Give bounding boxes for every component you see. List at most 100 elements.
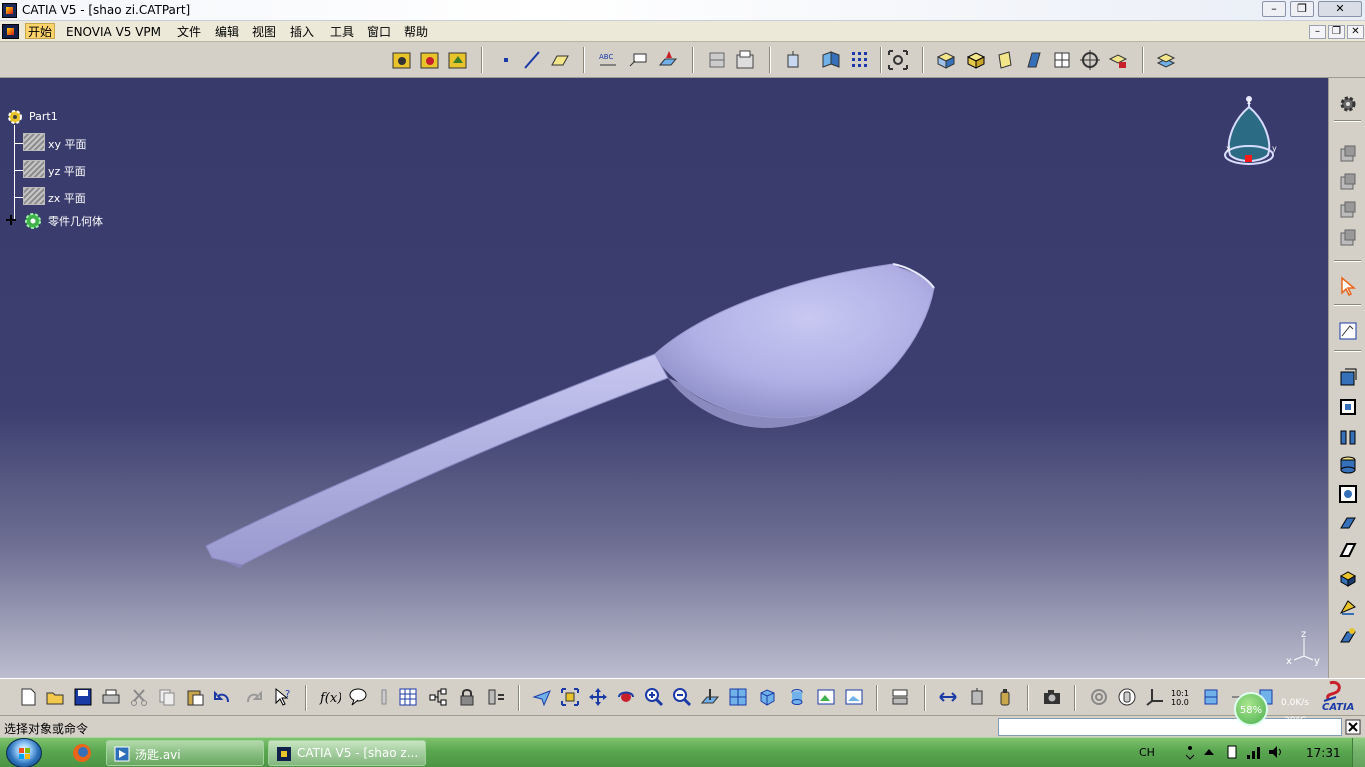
minimize-button[interactable]: – bbox=[1262, 1, 1286, 17]
plane-icon[interactable] bbox=[548, 48, 572, 72]
boolean-intersect-icon[interactable] bbox=[1336, 198, 1360, 222]
taskbar-clock[interactable]: 17:31 bbox=[1306, 746, 1341, 760]
menu-file[interactable]: 文件 bbox=[175, 24, 203, 40]
redo-icon[interactable] bbox=[241, 685, 265, 709]
close-button[interactable]: ✕ bbox=[1318, 1, 1362, 17]
hidden-edges-icon[interactable] bbox=[993, 48, 1017, 72]
show-desktop-button[interactable] bbox=[1352, 738, 1365, 767]
shaft-icon[interactable] bbox=[446, 48, 470, 72]
taskbar-item-video[interactable]: 汤匙.avi bbox=[106, 740, 264, 766]
line-icon[interactable] bbox=[520, 48, 544, 72]
mdi-close-button[interactable]: ✕ bbox=[1347, 25, 1364, 39]
spoon-3d-model[interactable] bbox=[0, 78, 1328, 678]
camera-icon[interactable] bbox=[1040, 685, 1064, 709]
scale-ratio-icon[interactable]: 10:1 10.0 bbox=[1170, 685, 1194, 709]
axis-system-icon[interactable] bbox=[1143, 685, 1167, 709]
loft-feature-icon[interactable] bbox=[1336, 566, 1360, 590]
zoom-in-icon[interactable] bbox=[642, 685, 666, 709]
manipulation-hand-icon[interactable] bbox=[1115, 685, 1139, 709]
boolean-add-icon[interactable] bbox=[1336, 142, 1360, 166]
3d-viewport[interactable]: Part1 xy 平面 yz 平面 zx 平面 零件几何体 z x y z x … bbox=[0, 78, 1328, 678]
equivalent-icon[interactable] bbox=[484, 685, 508, 709]
gear-icon[interactable] bbox=[1336, 92, 1360, 116]
print-icon[interactable] bbox=[99, 685, 123, 709]
flip-icon[interactable] bbox=[1199, 685, 1223, 709]
pocket-icon[interactable] bbox=[418, 48, 442, 72]
tray-expand-icon[interactable] bbox=[1200, 741, 1218, 763]
tree-structure-icon[interactable] bbox=[426, 685, 450, 709]
wireframe-icon[interactable] bbox=[1022, 48, 1046, 72]
open-folder-icon[interactable] bbox=[43, 685, 67, 709]
flag-note-icon[interactable] bbox=[626, 48, 650, 72]
lock-icon[interactable] bbox=[455, 685, 479, 709]
pan-icon[interactable] bbox=[586, 685, 610, 709]
groove-feature-icon[interactable] bbox=[1336, 453, 1360, 477]
parameter-icon[interactable] bbox=[372, 685, 396, 709]
grid-icon[interactable] bbox=[848, 48, 872, 72]
document-icon[interactable] bbox=[2, 24, 19, 39]
mdi-restore-button[interactable]: ❐ bbox=[1328, 25, 1345, 39]
menu-help[interactable]: 帮助 bbox=[402, 24, 430, 40]
pad-icon[interactable] bbox=[390, 48, 414, 72]
new-file-icon[interactable] bbox=[16, 685, 40, 709]
multi-view-icon[interactable] bbox=[726, 685, 750, 709]
compass-icon[interactable]: z x y bbox=[1218, 93, 1282, 178]
menu-enovia[interactable]: ENOVIA V5 VPM bbox=[64, 24, 163, 40]
sketch-analysis-icon[interactable] bbox=[705, 48, 729, 72]
annotation-plane-icon[interactable] bbox=[656, 48, 680, 72]
undo-icon[interactable] bbox=[211, 685, 235, 709]
point-icon[interactable] bbox=[494, 48, 518, 72]
swap-space-icon[interactable] bbox=[888, 685, 912, 709]
taskbar-item-catia[interactable]: CATIA V5 - [shao z... bbox=[268, 740, 426, 766]
sketcher-icon[interactable] bbox=[1336, 319, 1360, 343]
network-icon[interactable] bbox=[1244, 741, 1264, 763]
close-command-icon[interactable] bbox=[1343, 717, 1363, 737]
apply-material-icon[interactable] bbox=[993, 685, 1017, 709]
catalog-icon[interactable] bbox=[733, 48, 757, 72]
usb-device-icon[interactable] bbox=[1222, 741, 1242, 763]
select-cursor-icon[interactable] bbox=[1336, 274, 1360, 298]
maximize-button[interactable]: ❐ bbox=[1290, 1, 1314, 17]
menu-insert[interactable]: 插入 bbox=[288, 24, 316, 40]
render-view-icon[interactable] bbox=[814, 685, 838, 709]
swap-visible-icon[interactable] bbox=[1106, 48, 1130, 72]
target-icon[interactable] bbox=[1078, 48, 1102, 72]
pad-feature-icon[interactable] bbox=[1336, 365, 1360, 389]
menu-window[interactable]: 窗口 bbox=[365, 24, 393, 40]
fit-all-icon[interactable] bbox=[886, 48, 910, 72]
rotate-icon[interactable] bbox=[614, 685, 638, 709]
zoom-out-icon[interactable] bbox=[670, 685, 694, 709]
mdi-minimize-button[interactable]: – bbox=[1309, 25, 1326, 39]
whats-this-help-icon[interactable]: ? bbox=[271, 685, 295, 709]
measure-between-icon[interactable] bbox=[936, 685, 960, 709]
fly-mode-icon[interactable] bbox=[530, 685, 554, 709]
volume-icon[interactable] bbox=[1266, 741, 1286, 763]
language-indicator[interactable]: CH bbox=[1139, 746, 1155, 759]
image-view-icon[interactable] bbox=[842, 685, 866, 709]
cut-icon[interactable] bbox=[127, 685, 151, 709]
fit-all-in-icon[interactable] bbox=[558, 685, 582, 709]
menu-tools[interactable]: 工具 bbox=[328, 24, 356, 40]
menu-edit[interactable]: 编辑 bbox=[213, 24, 241, 40]
solid-combine-icon[interactable] bbox=[1336, 624, 1360, 648]
shading-edges-icon[interactable] bbox=[964, 48, 988, 72]
paste-icon[interactable] bbox=[183, 685, 207, 709]
hole-feature-icon[interactable] bbox=[1336, 482, 1360, 506]
shaft-feature-icon[interactable] bbox=[1336, 425, 1360, 449]
rib-feature-icon[interactable] bbox=[1336, 510, 1360, 534]
rotation-icon[interactable] bbox=[1087, 685, 1111, 709]
measure-inertia-icon[interactable] bbox=[965, 685, 989, 709]
menu-view[interactable]: 视图 bbox=[250, 24, 278, 40]
layer-icon[interactable] bbox=[1154, 48, 1178, 72]
firefox-icon[interactable] bbox=[70, 741, 94, 765]
boolean-remove-icon[interactable] bbox=[1336, 170, 1360, 194]
copy-icon[interactable] bbox=[155, 685, 179, 709]
input-method-icon[interactable] bbox=[1180, 741, 1200, 763]
boolean-union-trim-icon[interactable] bbox=[1336, 226, 1360, 250]
start-button[interactable] bbox=[6, 738, 42, 767]
shading-icon[interactable] bbox=[934, 48, 958, 72]
save-icon[interactable] bbox=[71, 685, 95, 709]
knowledge-comment-icon[interactable] bbox=[346, 685, 370, 709]
menu-start[interactable]: 开始 bbox=[25, 23, 56, 39]
hide-show-icon[interactable] bbox=[1050, 48, 1074, 72]
